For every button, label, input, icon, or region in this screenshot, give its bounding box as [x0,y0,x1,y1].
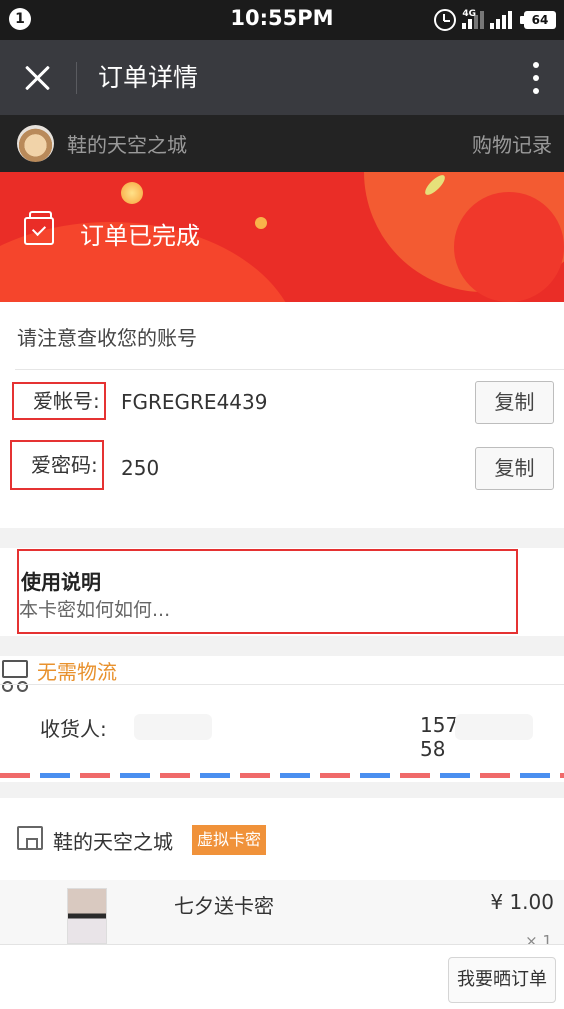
status-icons: 4G 64 [434,7,556,33]
shop-bar: 鞋的天空之城 购物记录 [0,115,564,172]
network-type: 4G [462,9,476,19]
order-complete-icon [24,211,54,245]
divider [0,684,564,685]
product-row[interactable]: 七夕送卡密 ¥ 1.00 × 1 [0,880,564,944]
truck-icon [2,660,28,692]
order-status-banner: 订单已完成 [0,172,564,302]
virtual-card-tag: 虚拟卡密 [192,825,267,855]
receiver-phone-redaction [455,714,533,740]
usage-title: 使用说明 [21,570,101,594]
product-price: ¥ 1.00 [490,890,554,914]
title-divider [76,62,77,94]
order-status-text: 订单已完成 [80,222,200,250]
usage-card: 使用说明 本卡密如何如何... [0,548,564,636]
account-card: 请注意查收您的账号 爱帐号: FGREGRE4439 复制 爱密码: 250 复… [0,302,564,528]
password-label: 爱密码: [10,440,104,490]
password-value: 250 [121,456,160,480]
product-quantity: × 1 [525,932,552,944]
receiver-label: 收货人: [40,717,107,741]
account-label: 爱帐号: [12,382,106,420]
close-button[interactable] [20,60,56,96]
receiver-name-redaction [134,714,212,740]
divider [15,369,564,370]
status-bar: 1 10:55PM 4G 64 [0,0,564,40]
account-notice: 请注意查收您的账号 [17,326,197,350]
more-menu-button[interactable] [526,60,546,96]
purchase-history-link[interactable]: 购物记录 [472,129,552,158]
usage-description: 本卡密如何如何... [19,599,171,621]
cell-signal-icon [490,11,512,29]
battery-icon: 64 [520,11,556,29]
shop-name[interactable]: 鞋的天空之城 [67,129,187,158]
store-icon [17,826,43,850]
receiver-card: 无需物流 收货人: 15758 [0,656,564,782]
title-bar: 订单详情 [0,40,564,115]
shop-card: 鞋的天空之城 虚拟卡密 七夕送卡密 ¥ 1.00 × 1 [0,798,564,944]
bottom-action-bar: 我要晒订单 [0,944,564,1009]
store-name[interactable]: 鞋的天空之城 [53,826,173,855]
airmail-border [0,773,564,778]
phone-prefix: 157 [420,713,459,737]
logistics-status: 无需物流 [37,660,117,684]
copy-account-button[interactable]: 复制 [475,381,554,424]
product-name: 七夕送卡密 [174,894,274,918]
page-title: 订单详情 [98,63,199,92]
shop-avatar[interactable] [17,125,54,162]
copy-password-button[interactable]: 复制 [475,447,554,490]
usage-highlight-box: 使用说明 本卡密如何如何... [17,549,518,634]
alarm-icon [434,9,457,31]
product-thumbnail [67,888,107,944]
account-value: FGREGRE4439 [121,390,268,414]
share-order-button[interactable]: 我要晒订单 [448,957,556,1003]
phone-suffix: 58 [420,737,446,761]
